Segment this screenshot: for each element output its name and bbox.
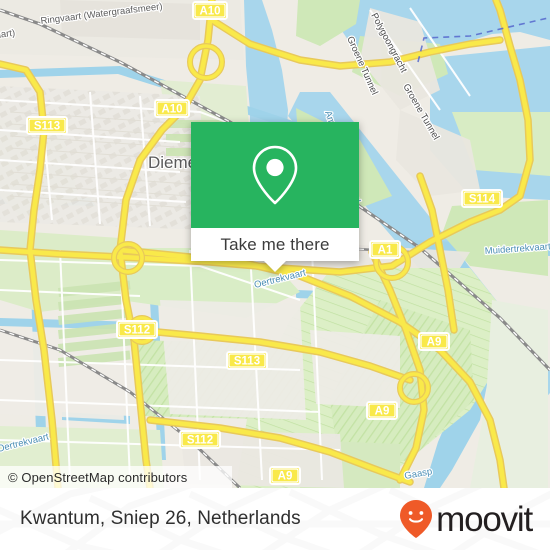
road-shield: S112	[116, 320, 158, 339]
popup-cta[interactable]: Take me there	[191, 228, 359, 261]
take-me-there-popup[interactable]: Take me there	[191, 122, 359, 272]
moovit-map-share-card: Diemen Ringvaart (Watergraafsmeer) aart) Po…	[0, 0, 550, 550]
road-shield-label: S113	[34, 121, 60, 133]
road-shield-label: A9	[427, 337, 442, 349]
moovit-smiling-pin-logo	[400, 500, 433, 538]
road-shield-label: A10	[161, 104, 182, 116]
road-shield: S112	[179, 430, 221, 449]
moovit-wordmark: moovit	[436, 499, 533, 539]
road-shield-label: S112	[124, 325, 150, 337]
road-shield: S113	[26, 116, 68, 135]
moovit-brand[interactable]: moovit	[398, 499, 533, 539]
popup-cta-label: Take me there	[220, 234, 330, 254]
footer-bar: Kwantum, Sniep 26, Netherlands moovit	[0, 488, 550, 550]
osm-attribution[interactable]: © OpenStreetMap contributors	[0, 466, 232, 488]
road-shield: A9	[366, 401, 398, 420]
road-shield: A9	[269, 466, 301, 485]
road-shield: A10	[192, 1, 228, 20]
map-pin-icon	[252, 145, 298, 205]
road-shield-label: A1	[378, 245, 393, 257]
road-shield: S113	[226, 351, 268, 370]
popup-header	[191, 122, 359, 228]
road-shield-label: S114	[469, 194, 496, 206]
road-shield-label: S113	[234, 356, 260, 368]
popup-pointer-tail	[264, 261, 286, 272]
road-shield: A10	[154, 99, 190, 118]
road-shield: A1	[369, 240, 401, 259]
road-shield-label: A10	[199, 6, 220, 18]
road-shield: S114	[461, 189, 503, 208]
road-shield-label: A9	[375, 406, 390, 418]
osm-attribution-text: © OpenStreetMap contributors	[8, 469, 188, 485]
road-shield-label: A9	[278, 471, 293, 483]
road-shield: A9	[418, 332, 450, 351]
place-name: Kwantum, Sniep 26, Netherlands	[20, 508, 301, 529]
road-shield-label: S112	[187, 435, 213, 447]
